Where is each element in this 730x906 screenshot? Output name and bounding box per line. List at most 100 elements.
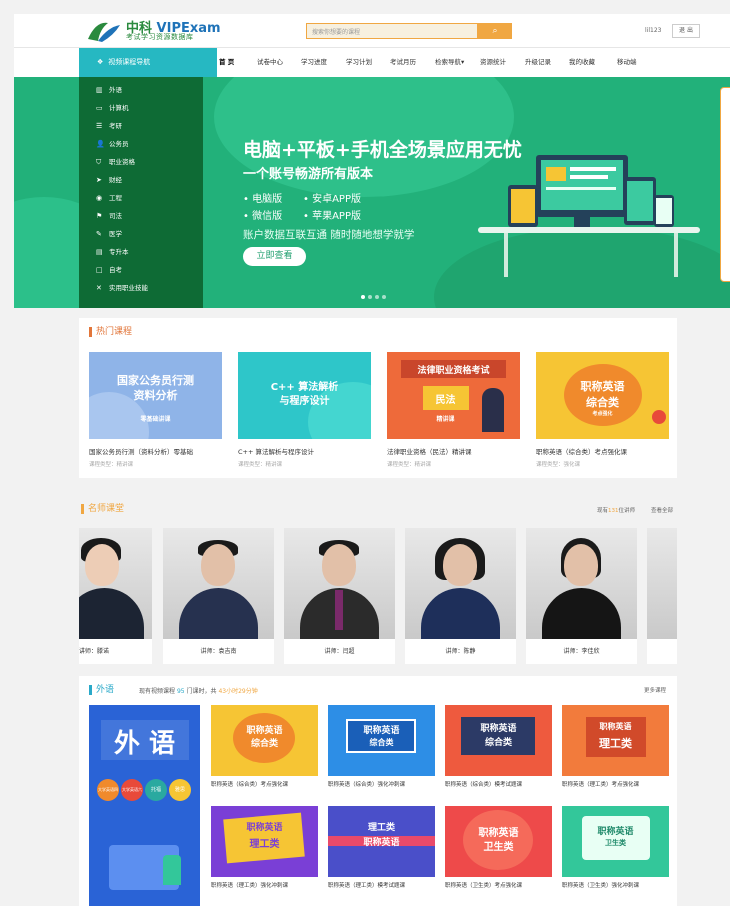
course-thumbnail[interactable]: 职称英语 综合类 xyxy=(445,705,552,776)
course-thumbnail[interactable]: 职称英语 综合类 xyxy=(211,705,318,776)
carousel-dot[interactable] xyxy=(375,295,379,299)
teacher-photo[interactable] xyxy=(163,528,274,639)
course-thumbnail[interactable]: 职称英语 综合类 xyxy=(328,705,435,776)
sidebar-item-vocational-skills[interactable]: ✕ 实用职业技能 xyxy=(96,282,148,292)
teacher-name: 讲师：闫超 xyxy=(324,648,355,655)
course-thumbnail[interactable]: C++ 算法解析 与程序设计 xyxy=(238,352,371,439)
nav-home[interactable]: 首 页 xyxy=(219,48,234,77)
send-icon: ➤ xyxy=(96,176,102,184)
thumb-text: 理工类 xyxy=(249,839,280,850)
teacher-card[interactable]: 讲师：袁吉南 xyxy=(163,528,274,664)
sidebar-item-postgraduate[interactable]: ☰ 考研 xyxy=(96,120,122,130)
course-thumbnail[interactable]: 职称英语 综合类 考点强化 xyxy=(536,352,669,439)
course-name[interactable]: 职称英语（综合类）强化冲刺课 xyxy=(328,780,405,788)
course-thumbnail[interactable]: 法律职业资格考试 民法 精讲课 xyxy=(387,352,520,439)
teacher-card[interactable]: 讲师：闫超 xyxy=(284,528,395,664)
foreign-language-stats: 现有视频课程 95 门课时，共 43小时29分钟 xyxy=(139,688,258,695)
carousel-dot[interactable] xyxy=(361,295,365,299)
thumb-text: 职称英语 xyxy=(597,827,634,837)
sidebar-item-self-study[interactable]: □ 自考 xyxy=(96,264,122,274)
course-name[interactable]: C++ 算法解析与程序设计 xyxy=(238,446,378,456)
banner-feature: • 微信版 xyxy=(243,211,283,222)
thumb-text: 综合类 xyxy=(484,738,512,748)
teacher-photo[interactable] xyxy=(284,528,395,639)
carousel-dots[interactable] xyxy=(361,293,389,301)
nav-upgrade[interactable]: 升级记录 xyxy=(525,48,551,77)
foreign-language-title: 外语 xyxy=(89,685,114,695)
side-popup-card[interactable] xyxy=(720,87,730,282)
course-thumbnail[interactable]: 职称英语 理工类 xyxy=(562,705,669,776)
nav-mobile[interactable]: 移动端 xyxy=(617,48,637,77)
banner-feature: • 苹果APP版 xyxy=(303,211,361,222)
course-type: 课程类型：精讲课 xyxy=(89,462,134,468)
foreign-language-cover[interactable]: 外 语 大学英语四级 大学英语六级 托福 雅思 xyxy=(89,705,200,906)
teacher-body xyxy=(79,588,144,639)
nav-exam-center[interactable]: 试卷中心 xyxy=(257,48,283,77)
thumb-text: 法律职业资格考试 xyxy=(417,366,490,376)
teacher-card[interactable]: 讲师：陈静 xyxy=(405,528,516,664)
banner-feature: • 电脑版 xyxy=(243,194,283,205)
banner-feature: • 安卓APP版 xyxy=(303,194,361,205)
teacher-card[interactable]: 讲师：滕诺 xyxy=(79,528,152,664)
teacher-photo[interactable] xyxy=(647,528,677,639)
vipexam-logo[interactable]: 中科 VIPExam 考试学习资源数据库 xyxy=(86,17,226,45)
teacher-photo[interactable] xyxy=(526,528,637,639)
sidebar-item-finance[interactable]: ➤ 财经 xyxy=(96,174,122,184)
course-name[interactable]: 职称英语（理工类）考点强化课 xyxy=(562,780,639,788)
teacher-card[interactable] xyxy=(647,528,677,664)
nav-favorites[interactable]: 我的收藏 xyxy=(569,48,595,77)
thumb-text: 综合类 xyxy=(369,738,394,747)
view-all-teachers-link[interactable]: 查看全部 xyxy=(651,506,673,514)
teacher-face xyxy=(443,544,477,586)
doc-icon: ▤ xyxy=(96,248,103,256)
sidebar-item-civil-servant[interactable]: 👤 公务员 xyxy=(96,138,129,148)
course-thumbnail[interactable]: 职称英语 卫生类 xyxy=(445,806,552,877)
course-name[interactable]: 职称英语（理工类）模考试题课 xyxy=(328,881,405,889)
sidebar-item-medical[interactable]: ✎ 医学 xyxy=(96,228,122,238)
thumb-text: 职称英语 xyxy=(599,722,632,731)
circle-icon: ◉ xyxy=(96,194,103,202)
nav-plan[interactable]: 学习计划 xyxy=(346,48,372,77)
course-name[interactable]: 国家公务员行测（资料分析）零基础 xyxy=(89,446,229,456)
nav-progress[interactable]: 学习进度 xyxy=(301,48,327,77)
teacher-face xyxy=(201,544,235,586)
course-thumbnail[interactable]: 国家公务员行测 资料分析 零基础讲课 xyxy=(89,352,222,439)
course-thumbnail[interactable]: 职称英语 卫生类 xyxy=(562,806,669,877)
course-name[interactable]: 职称英语（卫生类）考点强化课 xyxy=(445,881,522,889)
course-name[interactable]: 法律职业资格（民法）精讲课 xyxy=(387,446,527,456)
sidebar-item-foreign-language[interactable]: ▥ 外语 xyxy=(96,84,122,94)
cover-tag: 雅思 xyxy=(169,779,191,801)
course-name[interactable]: 职称英语（理工类）强化冲刺课 xyxy=(211,881,288,889)
more-courses-link[interactable]: 更多课程 xyxy=(644,686,666,694)
sidebar-item-judicial[interactable]: ⚑ 司法 xyxy=(96,210,122,220)
teacher-name: 讲师：袁吉南 xyxy=(200,648,237,655)
thumb-text: 理工类 xyxy=(367,823,395,833)
carousel-dot[interactable] xyxy=(382,295,386,299)
teacher-face xyxy=(322,544,356,586)
course-thumbnail[interactable]: 理工类 职称英语 xyxy=(328,806,435,877)
sidebar-item-engineering[interactable]: ◉ 工程 xyxy=(96,192,122,202)
course-name[interactable]: 职称英语（卫生类）强化冲刺课 xyxy=(562,881,639,889)
course-name[interactable]: 职称英语（综合类）考点强化课 xyxy=(211,780,288,788)
logout-button[interactable]: 退 出 xyxy=(672,24,700,38)
nav-stats[interactable]: 资源统计 xyxy=(480,48,506,77)
teacher-body xyxy=(542,588,621,639)
course-name[interactable]: 职称英语（综合类）考点强化课 xyxy=(536,446,676,456)
banner-view-button[interactable]: 立即查看 xyxy=(243,247,306,266)
sidebar-item-computer[interactable]: ▭ 计算机 xyxy=(96,102,129,112)
nav-search-nav[interactable]: 检索导航▾ xyxy=(435,48,464,77)
sidebar-item-upgrade-degree[interactable]: ▤ 专升本 xyxy=(96,246,129,256)
search-button[interactable]: ⌕ xyxy=(478,23,512,39)
teacher-photo[interactable] xyxy=(405,528,516,639)
nav-calendar[interactable]: 考试月历 xyxy=(390,48,416,77)
course-thumbnail[interactable]: 职称英语 理工类 xyxy=(211,806,318,877)
username-link[interactable]: lil123 xyxy=(645,27,661,34)
search-input[interactable]: 搜索你想要的课程 xyxy=(306,23,478,39)
carousel-dot[interactable] xyxy=(368,295,372,299)
teacher-card[interactable]: 讲师：李佳欣 xyxy=(526,528,637,664)
course-name[interactable]: 职称英语（综合类）模考试题课 xyxy=(445,780,522,788)
tools-icon: ✕ xyxy=(96,284,102,292)
sidebar-item-qualification[interactable]: ⛉ 职业资格 xyxy=(96,156,135,167)
course-nav-header[interactable]: ❖ 视频课程导航 xyxy=(79,48,217,77)
teacher-photo[interactable] xyxy=(79,528,152,639)
